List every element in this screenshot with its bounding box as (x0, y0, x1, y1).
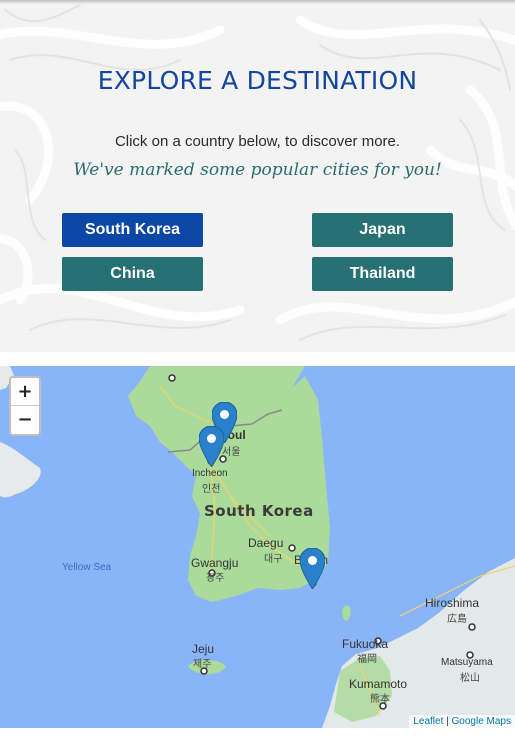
label-incheon: Incheon (192, 468, 228, 479)
label-gwangju-native: 광주 (206, 573, 225, 584)
label-jeju-native: 제주 (193, 659, 212, 670)
label-fukuoka-native: 福岡 (357, 654, 377, 665)
japan-button[interactable]: Japan (312, 213, 453, 247)
label-fukuoka: Fukuoka (342, 637, 389, 651)
label-matsuyama: Matsuyama (441, 657, 493, 668)
south-korea-button[interactable]: South Korea (62, 213, 203, 247)
map-attribution: Leaflet | Google Maps (409, 715, 515, 728)
top-shadow (0, 0, 515, 4)
label-country: South Korea (204, 502, 314, 520)
leaflet-link[interactable]: Leaflet (413, 716, 443, 727)
intro-text: Click on a country below, to discover mo… (114, 133, 401, 150)
china-button[interactable]: China (62, 257, 203, 291)
tagline: We've marked some popular cities for you… (73, 160, 442, 180)
label-kumamoto: Kumamoto (349, 677, 408, 691)
zoom-in-button[interactable]: + (11, 378, 39, 406)
map-container[interactable]: South Korea Yellow Sea Seoul 서울 Incheon … (0, 366, 515, 728)
hero-section: EXPLORE A DESTINATION Click on a country… (0, 0, 515, 352)
zoom-control: + − (9, 376, 41, 436)
label-hiroshima: Hiroshima (425, 596, 480, 610)
label-incheon-native: 인천 (202, 484, 221, 495)
marker-incheon[interactable] (199, 426, 224, 467)
label-gwangju: Gwangju (191, 556, 239, 570)
zoom-out-button[interactable]: − (11, 406, 39, 433)
google-maps-link[interactable]: Google Maps (452, 716, 511, 727)
page-title: EXPLORE A DESTINATION (97, 66, 418, 95)
attribution-separator: | (443, 716, 452, 727)
label-jeju: Jeju (192, 642, 215, 656)
thailand-button[interactable]: Thailand (312, 257, 453, 291)
label-daegu: Daegu (248, 536, 284, 550)
label-seoul-native: 서울 (222, 447, 241, 458)
label-water: Yellow Sea (62, 562, 112, 573)
label-daegu-native: 대구 (264, 554, 283, 565)
label-kumamoto-native: 熊本 (370, 694, 390, 705)
label-hiroshima-native: 広島 (447, 614, 467, 625)
label-matsuyama-native: 松山 (460, 673, 480, 684)
marker-busan[interactable] (300, 548, 325, 589)
